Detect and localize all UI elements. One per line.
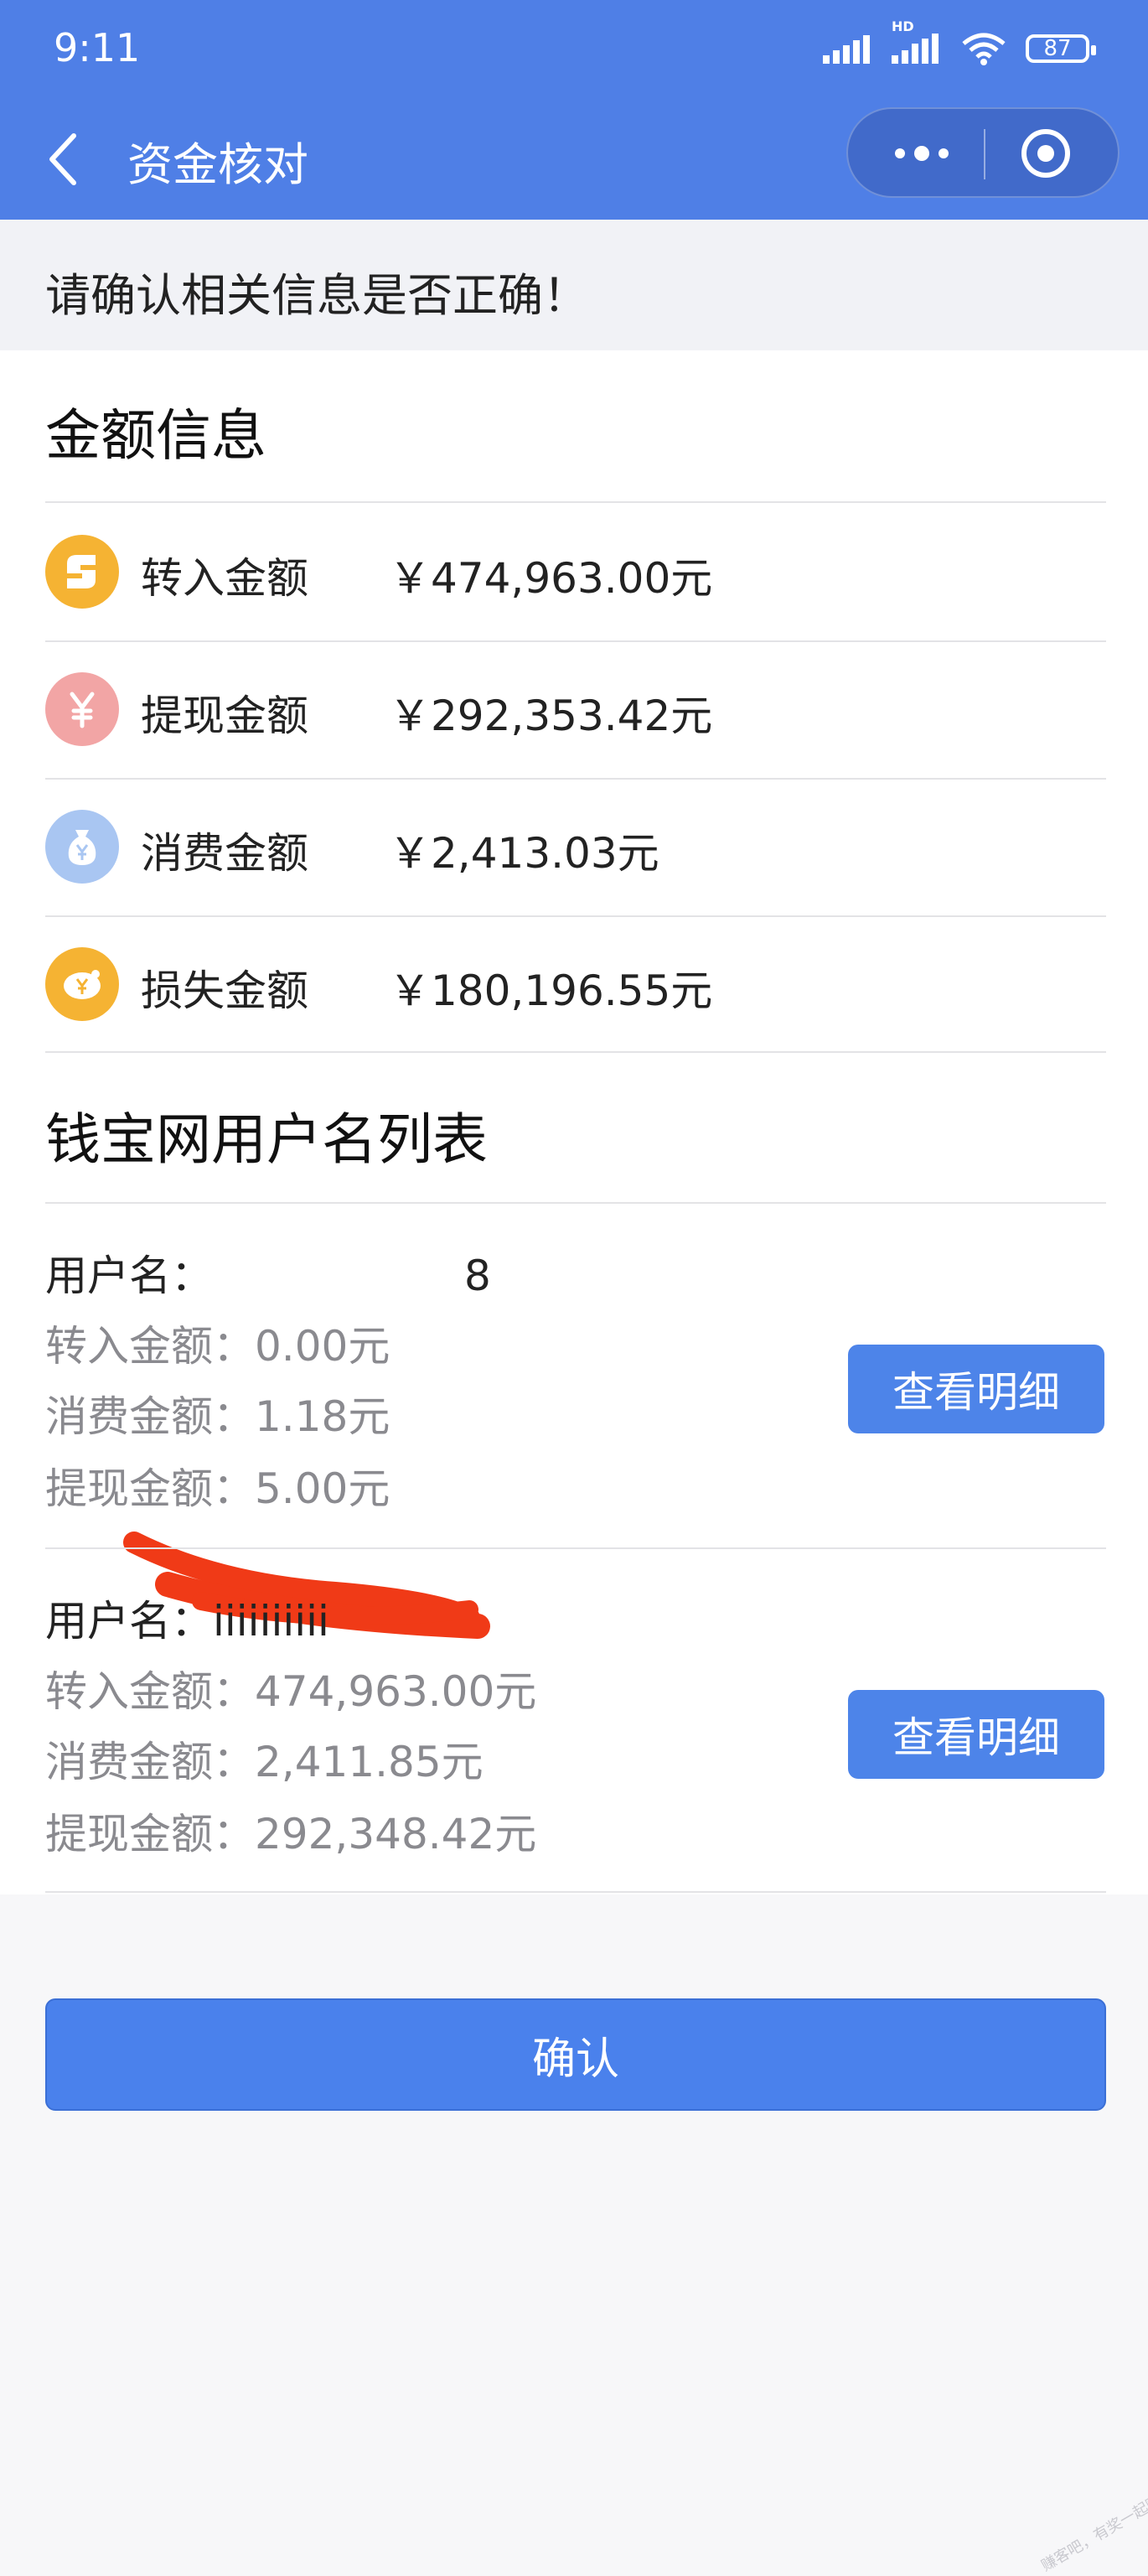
- battery-level: 87: [1043, 36, 1072, 61]
- amount-value: ￥292,353.42元: [389, 692, 713, 740]
- mini-program-capsule: [846, 107, 1120, 198]
- page-title: 资金核对: [127, 138, 308, 191]
- signal-hd-icon: [892, 34, 939, 64]
- amount-label: 损失金额: [141, 967, 308, 1015]
- view-details-button[interactable]: 查看明细: [848, 1690, 1104, 1779]
- info-card: 金额信息 转入金额 ￥474,963.00元 提现金额 ￥292,353.42元…: [0, 350, 1148, 1894]
- transfer-in-amount: 转入金额：474,963.00元: [45, 1667, 537, 1716]
- hd-label: HD: [892, 18, 914, 34]
- amount-label: 提现金额: [141, 692, 308, 740]
- yuan-icon: [45, 672, 119, 746]
- username: 用户名：iiiiiiiiii: [45, 1597, 329, 1646]
- signal-icon: [823, 35, 870, 64]
- amount-value: ￥474,963.00元: [389, 554, 713, 603]
- watermark: 赚客吧，有奖一起赚！ www.zuanke8.com: [1038, 2412, 1148, 2575]
- amount-value: ￥180,196.55元: [389, 967, 713, 1015]
- close-miniprogram-icon[interactable]: [1012, 124, 1079, 183]
- divider: [45, 1051, 1106, 1053]
- user-entry: 用户名：iiiiiiiiii 转入金额：474,963.00元 消费金额：2,4…: [45, 1549, 1106, 1893]
- status-bar: 9:11 HD 87: [0, 0, 1148, 102]
- amount-label: 转入金额: [141, 554, 308, 603]
- username: 用户名： 8: [45, 1252, 491, 1300]
- consumption-amount: 消费金额：1.18元: [45, 1392, 390, 1441]
- user-entry: 用户名： 8 转入金额：0.00元 消费金额：1.18元 提现金额：5.00元 查…: [45, 1204, 1106, 1547]
- more-icon[interactable]: [888, 124, 955, 183]
- back-arrow-icon[interactable]: [42, 126, 92, 193]
- withdraw-amount: 提现金额：5.00元: [45, 1464, 390, 1513]
- battery-indicator: 87: [1026, 34, 1096, 63]
- wifi-icon: [962, 33, 1006, 65]
- capsule-divider: [984, 129, 985, 179]
- status-icons: HD 87: [823, 18, 1096, 67]
- transfer-in-amount: 转入金额：0.00元: [45, 1322, 390, 1371]
- nav-bar: 资金核对: [0, 102, 1148, 220]
- confirm-button[interactable]: 确认: [45, 1998, 1106, 2111]
- divider: [45, 1891, 1106, 1893]
- amount-row-transfer-in: 转入金额 ￥474,963.00元: [45, 503, 1106, 640]
- notice-text: 请确认相关信息是否正确！: [45, 269, 588, 322]
- hd-signal: HD: [892, 18, 942, 67]
- view-details-button[interactable]: 查看明细: [848, 1345, 1104, 1433]
- notice-banner: 请确认相关信息是否正确！: [0, 220, 1148, 350]
- money-bag-icon: [45, 810, 119, 884]
- amount-row-consumption: 消费金额 ￥2,413.03元: [45, 778, 1106, 915]
- status-time: 9:11: [54, 25, 141, 70]
- amount-row-withdraw: 提现金额 ￥292,353.42元: [45, 640, 1106, 778]
- transfer-in-icon: [45, 535, 119, 609]
- user-section-title: 钱宝网用户名列表: [45, 1107, 488, 1172]
- amount-value: ￥2,413.03元: [389, 829, 659, 878]
- amount-section-title: 金额信息: [45, 403, 266, 468]
- amount-row-loss: 损失金额 ￥180,196.55元: [45, 915, 1106, 1053]
- piggy-bank-icon: [45, 947, 119, 1021]
- amount-label: 消费金额: [141, 829, 308, 878]
- consumption-amount: 消费金额：2,411.85元: [45, 1738, 484, 1786]
- withdraw-amount: 提现金额：292,348.42元: [45, 1810, 537, 1858]
- app-header: 9:11 HD 87 资金核对: [0, 0, 1148, 220]
